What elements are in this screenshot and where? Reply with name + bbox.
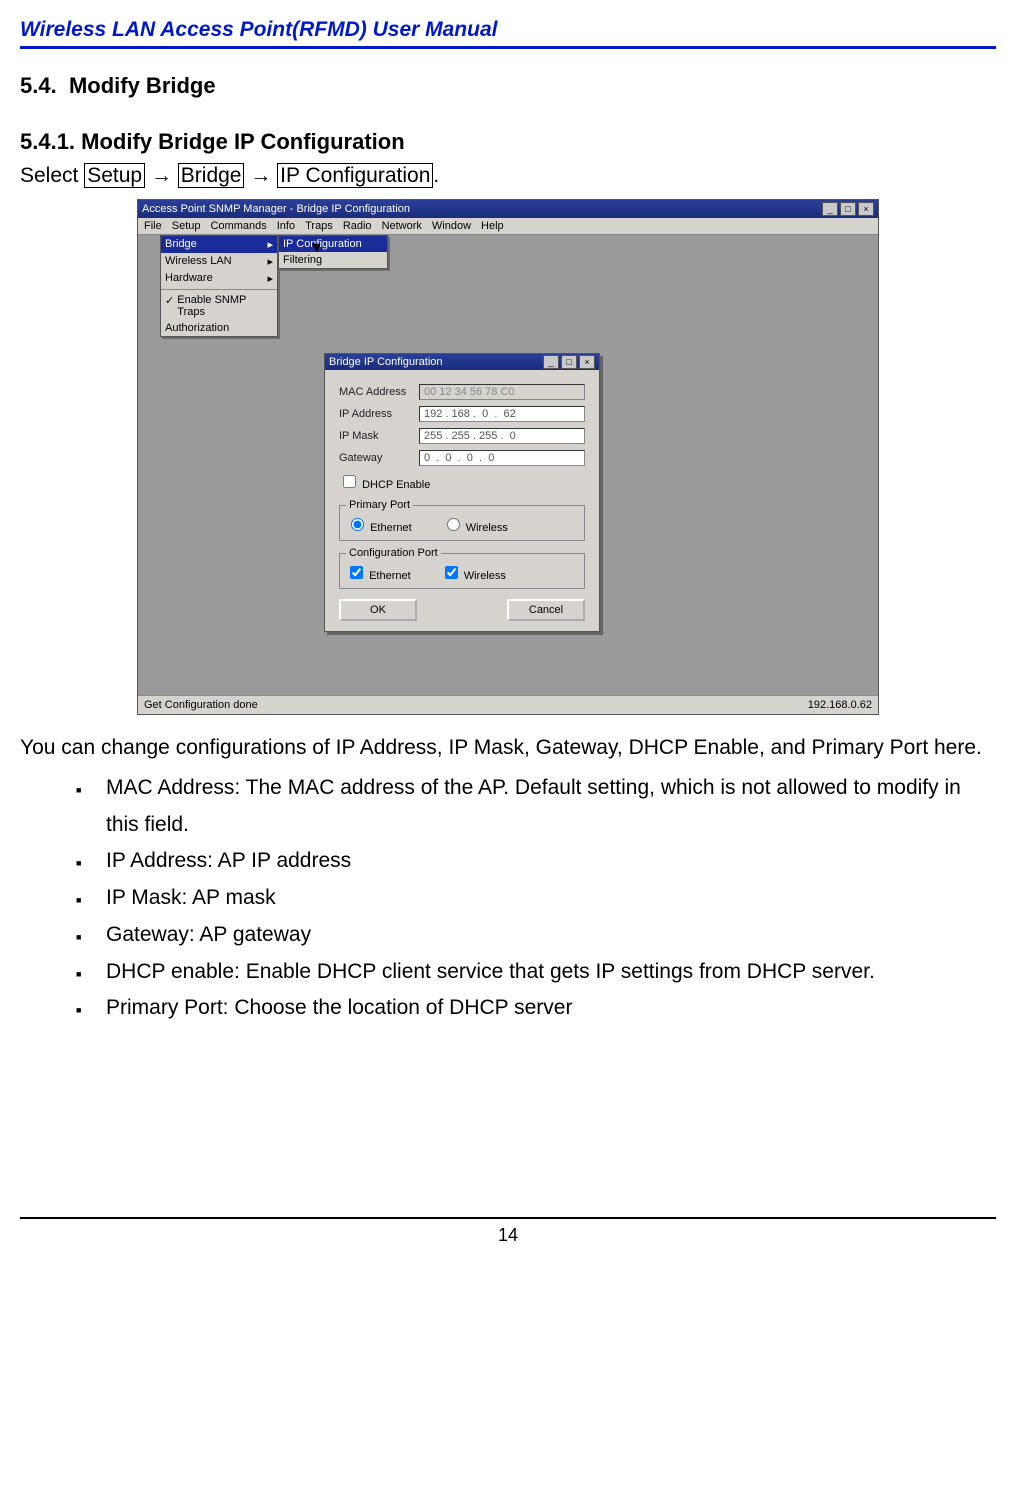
menu-item-label: Enable SNMP Traps xyxy=(177,294,273,318)
list-item: DHCP enable: Enable DHCP client service … xyxy=(76,954,996,991)
close-button[interactable]: × xyxy=(858,202,874,216)
menu-info[interactable]: Info xyxy=(277,220,295,232)
primary-port-ethernet[interactable]: Ethernet xyxy=(346,515,412,534)
mask-label: IP Mask xyxy=(339,430,419,442)
close-button[interactable]: × xyxy=(579,355,595,369)
menu-item-label: Hardware xyxy=(165,272,213,285)
menu-item-wlan[interactable]: Wireless LAN ▸ xyxy=(161,253,277,270)
h2-number: 5.4. xyxy=(20,73,57,98)
menu-radio[interactable]: Radio xyxy=(343,220,372,232)
check-wireless[interactable] xyxy=(445,566,458,579)
nav-setup: Setup xyxy=(84,163,145,188)
config-port-group: Configuration Port Ethernet Wireless xyxy=(339,547,585,589)
ip-config-dialog: Bridge IP Configuration _ □ × MAC Addres… xyxy=(324,353,600,632)
breadcrumb-instruction: Select Setup → Bridge → IP Configuration… xyxy=(20,161,996,191)
page-number: 14 xyxy=(498,1225,518,1245)
workspace: Bridge ▸ Wireless LAN ▸ Hardware ▸ ✓ Enable… xyxy=(138,235,878,695)
radio-label: Wireless xyxy=(466,522,508,534)
window-title: Access Point SNMP Manager - Bridge IP Co… xyxy=(142,203,410,215)
minimize-button[interactable]: _ xyxy=(822,202,838,216)
menu-window[interactable]: Window xyxy=(432,220,471,232)
list-item: Primary Port: Choose the location of DHC… xyxy=(76,990,996,1027)
section-heading-h2: 5.4. Modify Bridge xyxy=(20,73,996,99)
nav-ipconfig: IP Configuration xyxy=(277,163,433,188)
page-title: Wireless LAN Access Point(RFMD) User Man… xyxy=(20,18,996,42)
status-text: Get Configuration done xyxy=(144,699,258,711)
h2-title: Modify Bridge xyxy=(69,73,216,98)
menu-setup[interactable]: Setup xyxy=(172,220,201,232)
menu-network[interactable]: Network xyxy=(382,220,422,232)
radio-wireless[interactable] xyxy=(447,518,460,531)
menu-item-snmp-traps[interactable]: ✓ Enable SNMP Traps xyxy=(161,292,277,320)
app-window: Access Point SNMP Manager - Bridge IP Co… xyxy=(137,199,879,715)
bridge-submenu: IP Configuration Filtering xyxy=(278,235,388,269)
dialog-titlebar: Bridge IP Configuration _ □ × xyxy=(325,354,599,370)
menubar: File Setup Commands Info Traps Radio Net… xyxy=(138,218,878,235)
submenu-item-ipconfig[interactable]: IP Configuration xyxy=(279,236,387,252)
minimize-button[interactable]: _ xyxy=(543,355,559,369)
mask-field[interactable] xyxy=(419,428,585,444)
menu-item-authorization[interactable]: Authorization xyxy=(161,320,277,336)
radio-ethernet[interactable] xyxy=(351,518,364,531)
mac-label: MAC Address xyxy=(339,386,419,398)
ok-button[interactable]: OK xyxy=(339,599,417,621)
nav-bridge: Bridge xyxy=(178,163,245,188)
check-label: Wireless xyxy=(464,570,506,582)
menu-item-bridge[interactable]: Bridge ▸ xyxy=(161,236,277,253)
menu-item-label: Authorization xyxy=(165,322,229,334)
select-word: Select xyxy=(20,164,84,187)
chevron-right-icon: ▸ xyxy=(267,238,273,251)
intro-paragraph: You can change configurations of IP Addr… xyxy=(20,733,996,763)
config-port-legend: Configuration Port xyxy=(346,547,441,559)
menu-file[interactable]: File xyxy=(144,220,162,232)
menu-commands[interactable]: Commands xyxy=(210,220,266,232)
list-item: Gateway: AP gateway xyxy=(76,917,996,954)
menu-help[interactable]: Help xyxy=(481,220,504,232)
menu-item-hardware[interactable]: Hardware ▸ xyxy=(161,270,277,287)
gateway-label: Gateway xyxy=(339,452,419,464)
mac-field xyxy=(419,384,585,400)
arrow-icon: → xyxy=(151,164,178,187)
h3-number: 5.4.1. xyxy=(20,129,75,154)
check-label: Ethernet xyxy=(369,570,411,582)
primary-port-group: Primary Port Ethernet Wireless xyxy=(339,499,585,541)
radio-label: Ethernet xyxy=(370,522,412,534)
config-port-wireless[interactable]: Wireless xyxy=(441,563,506,582)
statusbar: Get Configuration done 192.168.0.62 xyxy=(138,695,878,714)
maximize-button[interactable]: □ xyxy=(840,202,856,216)
primary-port-wireless[interactable]: Wireless xyxy=(442,515,508,534)
setup-dropdown: Bridge ▸ Wireless LAN ▸ Hardware ▸ ✓ Enable… xyxy=(160,235,278,337)
check-ethernet[interactable] xyxy=(350,566,363,579)
period: . xyxy=(433,164,439,187)
titlebar: Access Point SNMP Manager - Bridge IP Co… xyxy=(138,200,878,218)
menu-item-label: Wireless LAN xyxy=(165,255,232,268)
primary-port-legend: Primary Port xyxy=(346,499,413,511)
bullet-list: MAC Address: The MAC address of the AP. … xyxy=(20,770,996,1027)
list-item: MAC Address: The MAC address of the AP. … xyxy=(76,770,996,844)
list-item: IP Mask: AP mask xyxy=(76,880,996,917)
menu-item-label: Bridge xyxy=(165,238,197,251)
list-item: IP Address: AP IP address xyxy=(76,843,996,880)
section-heading-h3: 5.4.1. Modify Bridge IP Configuration xyxy=(20,129,996,155)
cancel-button[interactable]: Cancel xyxy=(507,599,585,621)
h3-title: Modify Bridge IP Configuration xyxy=(81,129,404,154)
dhcp-enable-checkbox[interactable]: DHCP Enable xyxy=(339,479,430,491)
check-icon: ✓ xyxy=(165,294,174,318)
menu-traps[interactable]: Traps xyxy=(305,220,333,232)
submenu-item-filtering[interactable]: Filtering xyxy=(279,252,387,268)
arrow-icon: → xyxy=(250,164,277,187)
dialog-title: Bridge IP Configuration xyxy=(329,356,443,368)
header-rule xyxy=(20,46,996,49)
chevron-right-icon: ▸ xyxy=(267,255,273,268)
ip-field[interactable] xyxy=(419,406,585,422)
maximize-button[interactable]: □ xyxy=(561,355,577,369)
dhcp-enable-input[interactable] xyxy=(343,475,356,488)
status-ip: 192.168.0.62 xyxy=(808,699,872,711)
dhcp-enable-label: DHCP Enable xyxy=(362,479,430,491)
config-port-ethernet[interactable]: Ethernet xyxy=(346,563,411,582)
gateway-field[interactable] xyxy=(419,450,585,466)
ip-label: IP Address xyxy=(339,408,419,420)
chevron-right-icon: ▸ xyxy=(267,272,273,285)
page-footer: 14 xyxy=(20,1217,996,1266)
